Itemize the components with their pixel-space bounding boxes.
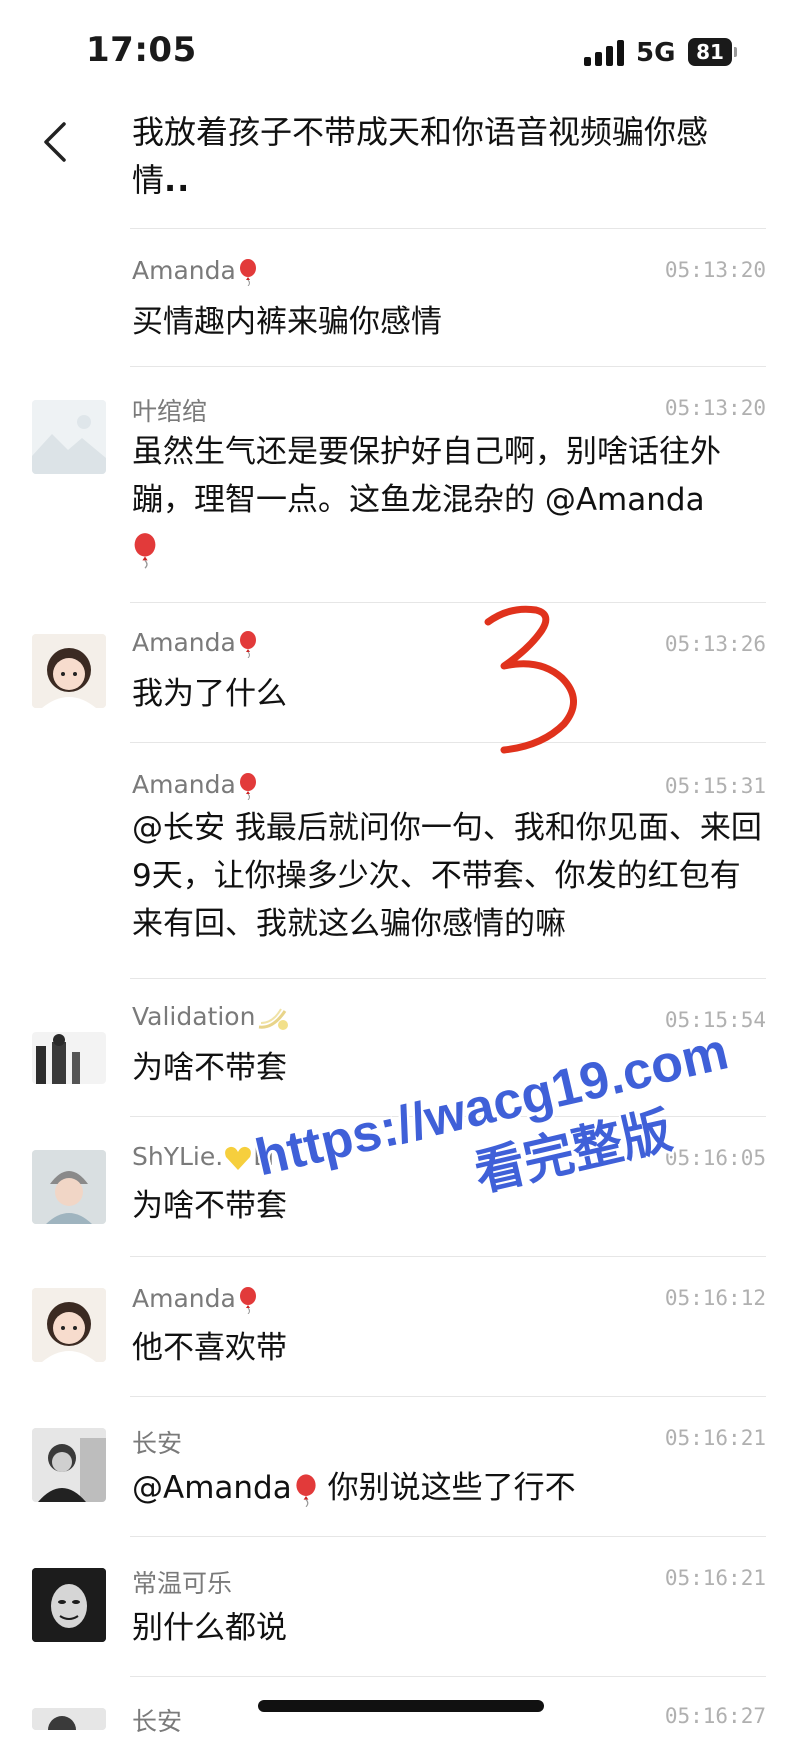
avatar[interactable] <box>32 1428 106 1502</box>
sender-name: 长安 <box>132 1429 183 1458</box>
message-time: 05:13:20 <box>664 258 766 282</box>
avatar[interactable] <box>32 1708 106 1730</box>
message-time: 05:15:54 <box>664 1008 766 1032</box>
home-indicator[interactable] <box>258 1700 544 1712</box>
man-portrait-avatar-icon <box>32 1428 106 1502</box>
divider <box>130 1676 766 1677</box>
message-text: 我为了什么 <box>132 676 287 712</box>
balloon-icon <box>239 259 256 286</box>
divider <box>130 1116 766 1117</box>
divider <box>130 366 766 367</box>
landscape-avatar-icon <box>32 400 106 474</box>
message-time: 05:16:21 <box>664 1426 766 1450</box>
avatar[interactable] <box>32 634 106 708</box>
message-time: 05:13:20 <box>664 396 766 420</box>
mask-avatar-icon <box>32 1568 106 1642</box>
message-time: 05:15:31 <box>664 774 766 798</box>
comet-icon <box>259 1008 289 1030</box>
message-text: 为啥不带套 <box>132 1050 287 1086</box>
cartoon-girl-avatar-icon <box>32 1288 106 1362</box>
sender-name: Amanda <box>132 770 258 800</box>
avatar[interactable] <box>32 1032 106 1084</box>
divider <box>130 1536 766 1537</box>
yellow-heart-icon <box>225 1146 252 1170</box>
balloon-icon <box>134 532 156 569</box>
divider <box>130 1396 766 1397</box>
top-message-content: 我放着孩子不带成天和你语音视频骗你感情 <box>132 113 709 199</box>
sender-name: ShYLie. Li <box>132 1142 275 1171</box>
status-time: 17:05 <box>86 30 197 70</box>
message-text: 他不喜欢带 <box>132 1330 287 1366</box>
sender-name: Amanda <box>132 256 258 286</box>
message-text: @长安 我最后就问你一句、我和你见面、来回9天，让你操多少次、不带套、你发的红包… <box>132 810 762 942</box>
battery-icon: 81 <box>688 38 737 66</box>
balloon-icon <box>239 773 256 800</box>
top-message-text: 我放着孩子不带成天和你语音视频骗你感情.. <box>132 108 762 204</box>
message-text: @Amanda 你别说这些了行不 <box>132 1470 576 1507</box>
man-portrait-avatar-icon <box>32 1708 106 1730</box>
divider <box>130 602 766 603</box>
balloon-icon <box>296 1473 316 1507</box>
child-avatar-icon <box>32 1150 106 1224</box>
divider <box>130 1256 766 1257</box>
back-button[interactable] <box>34 120 78 164</box>
sender-name: 长安 <box>132 1707 183 1736</box>
message-time: 05:16:27 <box>664 1704 766 1728</box>
chevron-left-icon <box>44 122 66 162</box>
balloon-icon <box>239 631 256 658</box>
sender-name: Validation <box>132 1002 289 1033</box>
ellipsis: .. <box>164 161 191 199</box>
message-time: 05:16:05 <box>664 1146 766 1170</box>
sender-name: Amanda <box>132 628 258 658</box>
network-label: 5G <box>636 38 676 68</box>
signal-icon <box>584 40 626 66</box>
divider <box>130 978 766 979</box>
sender-name: Amanda <box>132 1284 258 1314</box>
cartoon-girl-avatar-icon <box>32 634 106 708</box>
status-bar: 17:05 5G 81 <box>0 0 800 100</box>
message-text: 虽然生气还是要保护好自己啊，别啥话往外蹦，理智一点。这鱼龙混杂的 @Amanda <box>132 428 764 572</box>
message-time: 05:16:21 <box>664 1566 766 1590</box>
message-text: 别什么都说 <box>132 1610 287 1646</box>
avatar[interactable] <box>32 1568 106 1642</box>
sender-name: 常温可乐 <box>132 1569 233 1598</box>
avatar[interactable] <box>32 1288 106 1362</box>
avatar[interactable] <box>32 400 106 474</box>
avatar[interactable] <box>32 1150 106 1224</box>
balloon-icon <box>239 1287 256 1314</box>
divider <box>130 228 766 229</box>
sender-name: 叶绾绾 <box>132 397 208 426</box>
message-time: 05:16:12 <box>664 1286 766 1310</box>
message-time: 05:13:26 <box>664 632 766 656</box>
people-avatar-icon <box>32 1032 106 1084</box>
divider <box>130 742 766 743</box>
message-text: 买情趣内裤来骗你感情 <box>132 304 442 340</box>
message-text: 为啥不带套 <box>132 1188 287 1224</box>
